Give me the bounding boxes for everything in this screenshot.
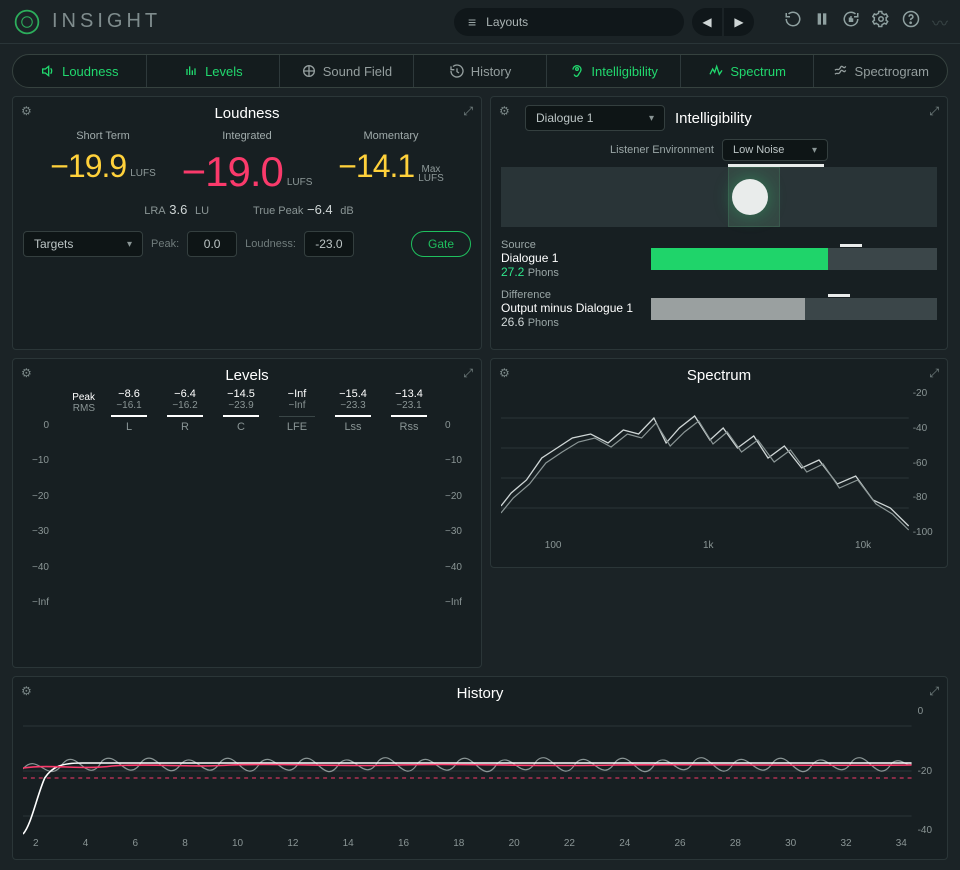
momentary-value: −14.1 xyxy=(338,148,414,184)
history-x-tick: 24 xyxy=(619,838,630,849)
source-bar xyxy=(651,248,937,270)
meter-Rss: −13.4−23.1Rss xyxy=(387,388,431,433)
peak-target-input[interactable]: 0.0 xyxy=(187,231,237,257)
source-name: Dialogue 1 xyxy=(501,251,641,265)
wave-icon[interactable]: 〰 xyxy=(932,10,948,34)
gauge-knob xyxy=(732,179,768,215)
layouts-dropdown[interactable]: ≡ Layouts xyxy=(454,8,684,36)
history-x-tick: 4 xyxy=(83,838,89,849)
meter-L: −8.6−16.1L xyxy=(107,388,151,433)
pause-icon[interactable] xyxy=(814,11,830,32)
meter-C: −14.5−23.9C xyxy=(219,388,263,433)
spectrum-panel: ⚙ ⤢ Spectrum -20-40-60-80-100 100 1k 10k xyxy=(490,358,948,568)
history-panel: ⚙ ⤢ History 0-20-40 24681012141618202224… xyxy=(12,676,948,860)
prev-layout-button[interactable]: ◀ xyxy=(692,8,722,36)
chevron-down-icon: ▾ xyxy=(649,113,654,124)
tab-levels[interactable]: Levels xyxy=(147,55,281,87)
difference-phons: 26.6 xyxy=(501,315,524,329)
tab-loudness[interactable]: Loudness xyxy=(13,55,147,87)
history-x-tick: 22 xyxy=(564,838,575,849)
loudness-panel: ⚙ ⤢ Loudness Short Term −19.9LUFS Integr… xyxy=(12,96,482,350)
history-x-tick: 10 xyxy=(232,838,243,849)
tab-spectrogram[interactable]: Spectrogram xyxy=(814,55,947,87)
panel-title: History xyxy=(23,685,937,702)
history-x-tick: 8 xyxy=(182,838,188,849)
history-x-tick: 32 xyxy=(840,838,851,849)
gear-icon[interactable]: ⚙ xyxy=(499,366,510,380)
gear-icon[interactable]: ⚙ xyxy=(499,104,510,118)
history-x-tick: 20 xyxy=(509,838,520,849)
spectrum-chart xyxy=(501,388,909,538)
meter-R: −6.4−16.2R xyxy=(163,388,207,433)
module-tabs: Loudness Levels Sound Field History Inte… xyxy=(12,54,948,88)
gate-button[interactable]: Gate xyxy=(411,231,471,257)
expand-icon[interactable]: ⤢ xyxy=(929,104,939,119)
history-x-tick: 28 xyxy=(730,838,741,849)
levels-panel: ⚙ ⤢ Levels 0−10−20 −30−40−Inf Peak RMS −… xyxy=(12,358,482,668)
expand-icon[interactable]: ⤢ xyxy=(463,104,473,119)
panel-title: Spectrum xyxy=(501,367,937,384)
short-term-label: Short Term xyxy=(31,130,175,142)
gear-icon[interactable]: ⚙ xyxy=(21,366,32,380)
panel-title: Levels xyxy=(23,367,471,384)
expand-icon[interactable]: ⤢ xyxy=(929,684,939,699)
gear-icon[interactable]: ⚙ xyxy=(21,104,32,118)
settings-icon[interactable] xyxy=(872,10,890,33)
panel-title: Intelligibility xyxy=(675,110,752,127)
layouts-label: Layouts xyxy=(486,15,528,29)
tab-sound-field[interactable]: Sound Field xyxy=(280,55,414,87)
true-peak-value: −6.4 xyxy=(307,202,333,217)
history-x-tick: 16 xyxy=(398,838,409,849)
history-x-tick: 34 xyxy=(896,838,907,849)
gear-icon[interactable]: ⚙ xyxy=(21,684,32,698)
history-x-tick: 26 xyxy=(675,838,686,849)
short-term-value: −19.9 xyxy=(50,148,126,184)
logo-icon xyxy=(12,7,42,37)
history-x-tick: 12 xyxy=(287,838,298,849)
meter-LFE: −Inf−InfLFE xyxy=(275,388,319,433)
expand-icon[interactable]: ⤢ xyxy=(463,366,473,381)
tab-spectrum[interactable]: Spectrum xyxy=(681,55,815,87)
source-phons: 27.2 xyxy=(501,265,524,279)
targets-dropdown[interactable]: Targets▾ xyxy=(23,231,143,257)
listener-env-select[interactable]: Low Noise▾ xyxy=(722,139,828,161)
dialogue-select[interactable]: Dialogue 1▾ xyxy=(525,105,665,131)
momentary-label: Momentary xyxy=(319,130,463,142)
history-x-tick: 18 xyxy=(453,838,464,849)
meter-Lss: −15.4−23.3Lss xyxy=(331,388,375,433)
history-x-tick: 6 xyxy=(133,838,139,849)
history-chart xyxy=(23,706,912,836)
next-layout-button[interactable]: ▶ xyxy=(724,8,754,36)
brand-name: INSIGHT xyxy=(52,10,161,33)
intelligibility-gauge xyxy=(501,167,937,227)
refresh-meters-icon[interactable] xyxy=(842,10,860,33)
tab-intelligibility[interactable]: Intelligibility xyxy=(547,55,681,87)
levels-axis-right: 0−10−20 −30−40−Inf xyxy=(441,388,471,608)
history-x-tick: 30 xyxy=(785,838,796,849)
history-x-tick: 14 xyxy=(343,838,354,849)
reset-icon[interactable] xyxy=(784,10,802,33)
chevron-down-icon: ▾ xyxy=(127,239,132,250)
loudness-target-input[interactable]: -23.0 xyxy=(304,231,354,257)
lra-value: 3.6 xyxy=(169,202,187,217)
levels-axis-left: 0−10−20 −30−40−Inf xyxy=(23,388,53,608)
list-icon: ≡ xyxy=(468,14,476,30)
integrated-label: Integrated xyxy=(175,130,319,142)
panel-title: Loudness xyxy=(23,105,471,122)
intelligibility-panel: ⚙ ⤢ Dialogue 1▾ Intelligibility Listener… xyxy=(490,96,948,350)
chevron-down-icon: ▾ xyxy=(812,145,817,156)
integrated-value: −19.0 xyxy=(182,148,283,195)
app-header: INSIGHT ≡ Layouts ◀ ▶ 〰 xyxy=(0,0,960,44)
tab-history[interactable]: History xyxy=(414,55,548,87)
difference-desc: Output minus Dialogue 1 xyxy=(501,301,641,315)
expand-icon[interactable]: ⤢ xyxy=(929,366,939,381)
difference-bar xyxy=(651,298,937,320)
history-x-tick: 2 xyxy=(33,838,39,849)
meters-container: −8.6−16.1L −6.4−16.2R −14.5−23.9C −Inf−InfL… xyxy=(97,388,441,433)
help-icon[interactable] xyxy=(902,10,920,33)
